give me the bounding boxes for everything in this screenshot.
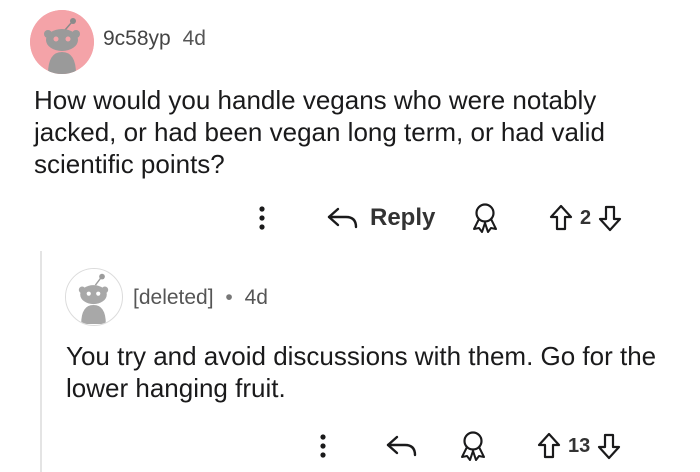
downvote-arrow-icon[interactable] — [596, 431, 622, 461]
award-button[interactable] — [458, 424, 488, 468]
user-avatar — [65, 268, 123, 326]
upvote-arrow-icon[interactable] — [548, 203, 574, 233]
vote-controls: 13 — [536, 424, 622, 468]
reply-arrow-icon — [327, 207, 358, 229]
comment-meta: [deleted] • 4d — [133, 286, 268, 310]
award-icon — [473, 203, 497, 233]
upvote-arrow-icon[interactable] — [536, 431, 562, 461]
award-icon — [461, 431, 485, 461]
more-options-button[interactable] — [313, 424, 333, 468]
comment-actions: Reply 2 — [0, 196, 700, 240]
snoo-avatar-icon — [30, 10, 94, 74]
comment-actions: 13 — [0, 424, 700, 468]
vote-controls: 2 — [548, 196, 623, 240]
reply-button[interactable] — [385, 424, 419, 468]
snoo-avatar-icon — [66, 269, 121, 324]
username[interactable]: 9c58yp — [103, 27, 171, 50]
username: [deleted] — [133, 286, 214, 309]
meta-separator: • — [225, 286, 233, 309]
user-avatar[interactable] — [30, 10, 94, 74]
comment-meta: 9c58yp 4d — [103, 27, 206, 51]
comment-body: You try and avoid discussions with them.… — [66, 341, 657, 403]
reply-label: Reply — [370, 204, 436, 231]
comment-age: 4d — [244, 286, 268, 309]
comment-age: 4d — [182, 27, 206, 50]
vote-score: 2 — [580, 206, 592, 229]
more-vertical-icon — [259, 206, 265, 230]
comment-body: How would you handle vegans who were not… — [34, 85, 605, 179]
award-button[interactable] — [470, 196, 500, 240]
more-options-button[interactable] — [252, 196, 272, 240]
downvote-arrow-icon[interactable] — [597, 203, 623, 233]
reply-button[interactable]: Reply — [326, 196, 435, 240]
reply-arrow-icon — [386, 435, 417, 457]
more-vertical-icon — [320, 434, 326, 458]
vote-score: 13 — [568, 434, 591, 457]
